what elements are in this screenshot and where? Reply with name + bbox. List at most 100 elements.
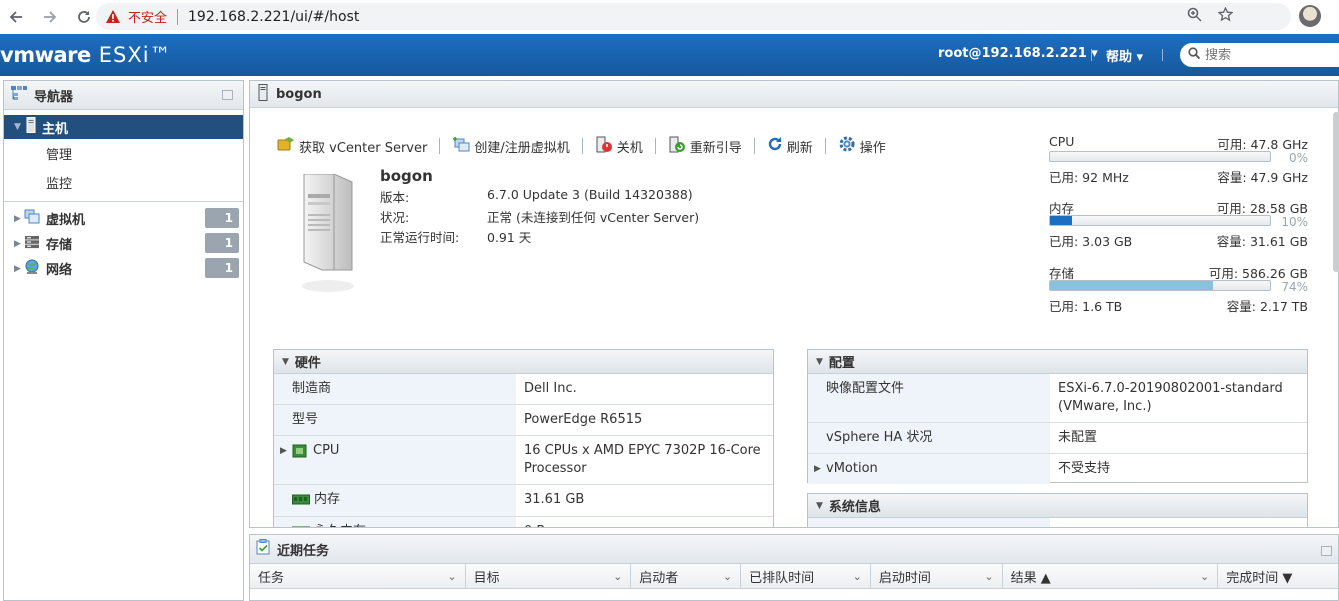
search-input[interactable]: [1205, 47, 1325, 63]
create-register-vm-button[interactable]: 创建/注册虚拟机: [452, 136, 570, 156]
memory-free: 可用: 28.58 GB: [1216, 201, 1308, 216]
esxi-header: vmware ESXi™ root@192.168.2.221 ▾ 帮助 ▾: [0, 34, 1339, 76]
chevron-down-icon: ⌄: [1200, 569, 1210, 583]
storage-count-badge: 1: [205, 233, 239, 253]
expand-arrow-icon[interactable]: ▼: [14, 122, 24, 132]
config-row-vmotion[interactable]: ▶ vMotion 不受支持: [808, 454, 1307, 484]
cpu-capacity: 容量: 47.9 GHz: [1217, 170, 1308, 185]
sidebar-item-host[interactable]: ▼ 主机: [4, 115, 243, 139]
collapse-arrow-icon[interactable]: ▼: [816, 357, 823, 367]
shutdown-icon: [595, 136, 613, 157]
cpu-used: 已用: 92 MHz: [1049, 170, 1129, 185]
sidebar-item-network[interactable]: ▶ 网络 1: [4, 256, 243, 281]
expand-arrow-icon[interactable]: ▶: [814, 460, 826, 478]
collapse-arrow-icon[interactable]: ▼: [816, 501, 823, 511]
storage-resource: 存储 可用: 586.26 GB 74% 已用: 1.6 TB 容量: 2.17 T…: [1049, 263, 1308, 314]
user-menu[interactable]: root@192.168.2.221 ▾: [938, 46, 1098, 61]
get-vcenter-button[interactable]: 获取 vCenter Server: [277, 136, 427, 156]
search-icon: [1188, 47, 1201, 63]
column-queued-time[interactable]: 已排队时间 ⌄: [741, 564, 871, 588]
config-key: vSphere HA 状况: [826, 430, 933, 445]
insecure-label[interactable]: 不安全: [128, 7, 167, 26]
main-title-bar: bogon: [250, 81, 1338, 108]
hardware-row-cpu[interactable]: ▶ CPU 16 CPUs x AMD EPYC 7302P 16-Core P…: [274, 436, 773, 485]
navigator-title-bar: 导航器: [4, 81, 243, 110]
collapse-arrow-icon[interactable]: ▼: [282, 357, 289, 367]
expand-arrow-icon[interactable]: ▶: [280, 442, 292, 460]
storage-icon: [24, 235, 40, 253]
sidebar-item-monitor[interactable]: 监控: [4, 168, 243, 197]
host-icon: [258, 83, 268, 105]
url-text[interactable]: 192.168.2.221/ui/#/host: [188, 9, 359, 25]
sysinfo-portlet: ▼ 系统信息: [807, 493, 1308, 527]
hardware-row: 永久内存 0 B: [274, 517, 773, 527]
gear-icon: [838, 135, 856, 157]
address-bar[interactable]: 不安全 192.168.2.221/ui/#/host: [96, 3, 1291, 30]
profile-avatar[interactable]: [1299, 5, 1321, 27]
back-icon[interactable]: [2, 3, 30, 31]
toolbar-divider: [753, 138, 755, 154]
hardware-value: 31.61 GB: [524, 492, 585, 507]
sysinfo-title: 系统信息: [828, 500, 881, 515]
expand-arrow-icon[interactable]: ▶: [14, 239, 24, 249]
vm-icon: [24, 209, 40, 228]
help-menu[interactable]: 帮助 ▾: [1106, 46, 1143, 65]
column-initiator[interactable]: 启动者 ⌄: [631, 564, 742, 588]
toolbar-divider: [824, 138, 826, 154]
vms-count-badge: 1: [205, 208, 239, 228]
column-result[interactable]: 结果 ▲ ⌄: [1003, 564, 1219, 588]
tasks-column-headers: 任务 ⌄ 目标 ⌄ 启动者 ⌄ 已排队时间 ⌄ 启动时间 ⌄ 结果 ▲ ⌄ 完成时间 ▼: [250, 564, 1338, 589]
storage-usage-bar: [1049, 280, 1271, 291]
hardware-header[interactable]: ▼ 硬件: [274, 350, 773, 374]
shutdown-button[interactable]: 关机: [595, 136, 643, 157]
sidebar-item-manage[interactable]: 管理: [4, 139, 243, 168]
storage-capacity: 容量: 2.17 TB: [1226, 299, 1308, 314]
column-task[interactable]: 任务 ⌄: [250, 564, 466, 588]
recent-tasks-panel: 近期任务 任务 ⌄ 目标 ⌄ 启动者 ⌄ 已排队时间 ⌄ 启动时间 ⌄ 结果 ▲ ⌄ 完成时…: [249, 534, 1339, 601]
search-box[interactable]: [1180, 43, 1339, 67]
cpu-label: CPU: [1049, 134, 1075, 149]
tasks-icon: [256, 539, 271, 559]
expand-arrow-icon[interactable]: ▶: [14, 214, 24, 224]
host-icon: [26, 117, 36, 137]
bookmark-star-icon[interactable]: [1217, 6, 1234, 26]
toolbar-divider: [581, 138, 583, 154]
memory-usage-fill: [1050, 216, 1072, 225]
version-label: 版本:: [380, 190, 410, 205]
network-globe-icon: [24, 259, 40, 279]
refresh-icon: [767, 136, 783, 156]
recent-tasks-title-bar: 近期任务: [250, 535, 1338, 564]
config-portlet: ▼ 配置 映像配置文件 ESXi-6.7.0-20190802001-stand…: [807, 349, 1308, 484]
header-divider: [1091, 49, 1092, 61]
sysinfo-header[interactable]: ▼ 系统信息: [808, 494, 1307, 518]
column-completion-time[interactable]: 完成时间 ▼: [1218, 564, 1338, 588]
refresh-button[interactable]: 刷新: [767, 136, 813, 156]
host-name: bogon: [380, 167, 433, 185]
sidebar-item-vms-label: 虚拟机: [46, 213, 86, 228]
toolbar-divider: [439, 138, 441, 154]
main-scrollbar[interactable]: [1333, 112, 1339, 272]
memory-used: 已用: 3.03 GB: [1049, 234, 1133, 249]
forward-icon[interactable]: [36, 3, 64, 31]
chevron-down-icon: ⌄: [447, 569, 457, 583]
config-key: vMotion: [826, 461, 878, 476]
memory-resource: 内存 可用: 28.58 GB 10% 已用: 3.03 GB 容量: 31.61 …: [1049, 198, 1308, 249]
navigator-panel: 导航器 ▼ 主机 管理 监控 ▶ 虚拟机 1 ▶ 存储 1 ▶ 网络 1: [3, 80, 244, 601]
zoom-icon[interactable]: [1187, 7, 1202, 26]
config-header[interactable]: ▼ 配置: [808, 350, 1307, 374]
navigator-icon: [10, 85, 28, 105]
memory-label: 内存: [1049, 201, 1075, 216]
reboot-button[interactable]: 重新引导: [668, 136, 742, 157]
sidebar-item-vms[interactable]: ▶ 虚拟机 1: [4, 206, 243, 231]
hardware-value: 16 CPUs x AMD EPYC 7302P 16-Core Process…: [524, 443, 761, 476]
collapse-tasks-icon[interactable]: [1321, 546, 1332, 556]
hardware-portlet: ▼ 硬件 制造商 Dell Inc. 型号 PowerEdge R6515 ▶ …: [273, 349, 774, 527]
sidebar-item-storage[interactable]: ▶ 存储 1: [4, 231, 243, 256]
reload-icon[interactable]: [70, 3, 98, 31]
expand-arrow-icon[interactable]: ▶: [14, 264, 24, 274]
persistent-memory-icon: [292, 526, 310, 527]
collapse-navigator-icon[interactable]: [222, 90, 233, 100]
column-start-time[interactable]: 启动时间 ⌄: [871, 564, 1003, 588]
actions-button[interactable]: 操作: [838, 135, 886, 157]
column-target[interactable]: 目标 ⌄: [466, 564, 632, 588]
